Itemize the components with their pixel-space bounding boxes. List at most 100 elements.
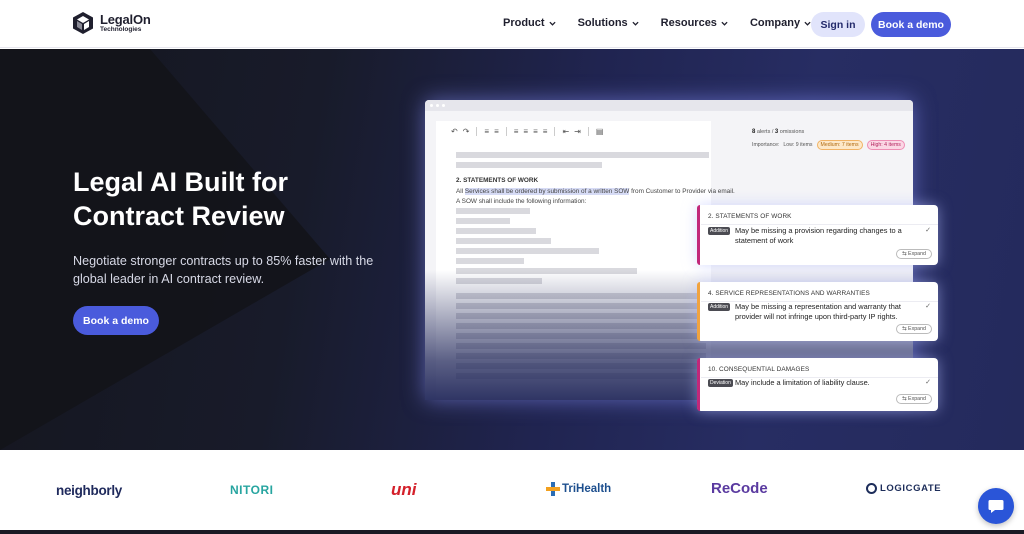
importance-high-badge: High: 4 items xyxy=(866,140,905,150)
card-accent-medium xyxy=(697,282,700,341)
issue-card-statements-of-work[interactable]: 2. STATEMENTS OF WORK Addition May be mi… xyxy=(697,205,938,265)
importance-label: Importance: xyxy=(752,142,780,148)
text-placeholder-line xyxy=(456,228,536,234)
window-dot xyxy=(430,104,433,107)
issue-card-warranties[interactable]: 4. SERVICE REPRESENTATIONS AND WARRANTIE… xyxy=(697,282,938,341)
logo-subtitle: Technologies xyxy=(100,25,142,33)
toolbar-divider xyxy=(587,127,589,136)
menu-resources[interactable]: Resources xyxy=(661,17,728,29)
text-placeholder-line xyxy=(456,238,551,244)
menu-solutions[interactable]: Solutions xyxy=(578,17,639,29)
logo-nitori: NITORI xyxy=(230,483,274,497)
card-text: May be missing a provision regarding cha… xyxy=(735,226,902,245)
omissions-label: omissions xyxy=(779,129,805,135)
toolbar-divider xyxy=(476,127,478,136)
redo-icon: ↷ xyxy=(462,127,470,136)
hero-subtitle: Negotiate stronger contracts up to 85% f… xyxy=(73,254,374,286)
menu-company[interactable]: Company xyxy=(750,17,811,29)
expand-label: Expand xyxy=(908,251,926,257)
align-left-icon: ≡ xyxy=(513,127,519,136)
editor-toolbar: ↶ ↷ ≡ ≡ ≡ ≡ ≡ ≡ ⇤ ⇥ ▤ xyxy=(451,127,603,136)
legalon-logo-icon xyxy=(73,12,93,34)
toolbar-divider xyxy=(505,127,507,136)
omissions-count: 3 xyxy=(774,129,779,135)
card-title: 4. SERVICE REPRESENTATIONS AND WARRANTIE… xyxy=(708,290,870,297)
hero-background-shape xyxy=(0,49,330,450)
alerts-label: alerts / xyxy=(756,129,774,135)
logicgate-label: LOGICGATE xyxy=(880,483,942,494)
check-icon[interactable]: ✓ xyxy=(925,302,931,310)
text-placeholder-line xyxy=(456,152,709,158)
logo-recode: ReCode xyxy=(711,480,768,497)
check-icon[interactable]: ✓ xyxy=(925,378,931,386)
toolbar-divider xyxy=(554,127,556,136)
hero-title: Legal AI Built for Contract Review xyxy=(73,165,373,233)
window-dot xyxy=(436,104,439,107)
chat-bubble-icon xyxy=(988,500,1004,513)
expand-button[interactable]: ⇆ Expand xyxy=(896,324,932,334)
chevron-down-icon xyxy=(721,21,728,26)
main-menu: Product Solutions Resources Company xyxy=(503,17,811,29)
menu-resources-label: Resources xyxy=(660,17,717,29)
alerts-summary: 8 alerts / 3 omissions xyxy=(752,129,804,135)
expand-button[interactable]: ⇆ Expand xyxy=(896,249,932,259)
card-text: May be missing a representation and warr… xyxy=(735,302,901,321)
book-demo-hero-button[interactable]: Book a demo xyxy=(73,306,159,335)
mock-window-titlebar xyxy=(425,100,913,111)
text-placeholder-line xyxy=(456,248,599,254)
card-accent-high xyxy=(697,205,700,265)
indent-icon: ⇤ xyxy=(562,127,570,136)
book-demo-nav-button[interactable]: Book a demo xyxy=(871,12,951,37)
highlighted-clause[interactable]: Services shall be ordered by submission … xyxy=(464,188,630,195)
alerts-count: 8 xyxy=(752,129,756,135)
card-title: 10. CONSEQUENTIAL DAMAGES xyxy=(708,366,810,373)
expand-label: Expand xyxy=(908,396,926,402)
text-placeholder-line xyxy=(456,162,602,168)
card-type-tag: Deviation xyxy=(708,379,733,387)
logo-name: LegalOn xyxy=(100,11,151,27)
menu-company-label: Company xyxy=(749,17,801,29)
card-text: May include a limitation of liability cl… xyxy=(735,378,870,387)
issue-card-consequential-damages[interactable]: 10. CONSEQUENTIAL DAMAGES Deviation May … xyxy=(697,358,938,411)
top-navigation: LegalOn Technologies Product Solutions R… xyxy=(0,0,1024,48)
text-placeholder-line xyxy=(456,208,530,214)
importance-low: Low: 9 items xyxy=(783,142,813,148)
logo-trihealth: TriHealth xyxy=(546,482,611,496)
chevron-down-icon xyxy=(804,21,811,26)
menu-product[interactable]: Product xyxy=(503,17,556,29)
card-divider xyxy=(701,224,938,225)
sign-in-button[interactable]: Sign in xyxy=(811,12,865,37)
comment-icon: ▤ xyxy=(595,127,604,136)
chevron-down-icon xyxy=(632,21,639,26)
window-dot xyxy=(442,104,445,107)
document-paragraph: All Services shall be ordered by submiss… xyxy=(456,187,736,207)
customer-logos: neighborly NITORI uni TriHealth ReCode L… xyxy=(0,450,1024,530)
chat-widget-button[interactable] xyxy=(978,488,1014,524)
legalon-logo[interactable]: LegalOn Technologies xyxy=(72,11,151,35)
footer-edge xyxy=(0,530,1024,534)
hero-title-line1: Legal AI Built for xyxy=(73,167,288,197)
importance-medium-badge: Medium: 7 items xyxy=(816,140,863,150)
logo-neighborly: neighborly xyxy=(56,483,123,498)
card-type-tag: Addition xyxy=(708,303,731,311)
logo-uni: uni xyxy=(391,480,417,499)
hero-section: Legal AI Built for Contract Review Negot… xyxy=(0,49,1024,450)
menu-product-label: Product xyxy=(503,17,545,29)
align-center-icon: ≡ xyxy=(523,127,529,136)
chevron-down-icon xyxy=(548,21,556,26)
text-placeholder-line xyxy=(456,258,524,264)
importance-summary: Importance: Low: 9 items Medium: 7 items… xyxy=(752,140,905,150)
align-justify-icon: ≡ xyxy=(542,127,548,136)
align-right-icon: ≡ xyxy=(533,127,538,136)
outdent-icon: ⇥ xyxy=(574,127,581,136)
bullet-list-icon: ≡ xyxy=(484,127,490,136)
check-icon[interactable]: ✓ xyxy=(925,226,931,234)
expand-button[interactable]: ⇆ Expand xyxy=(896,394,932,404)
logicgate-mark-icon xyxy=(866,483,877,494)
logo-logicgate: LOGICGATE xyxy=(866,483,941,494)
numbered-list-icon: ≡ xyxy=(494,127,499,136)
text-placeholder-line xyxy=(456,218,510,224)
trihealth-cross-icon xyxy=(546,482,560,496)
card-accent-high xyxy=(697,358,700,411)
card-title: 2. STATEMENTS OF WORK xyxy=(708,213,792,220)
